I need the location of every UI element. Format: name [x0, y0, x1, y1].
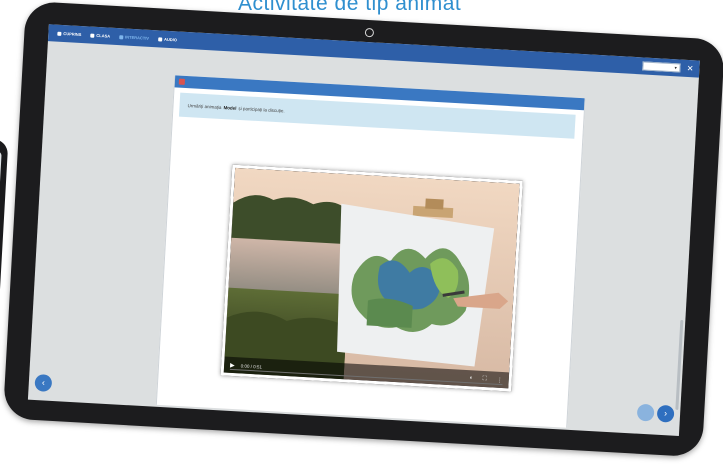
- camera-icon: [365, 28, 374, 37]
- more-options-icon[interactable]: ⋮: [497, 376, 503, 383]
- play-icon[interactable]: ▶: [230, 361, 235, 368]
- close-icon[interactable]: ✕: [686, 64, 693, 72]
- prev-page-button[interactable]: ‹: [34, 374, 52, 392]
- instruction-text-bold: Model: [223, 105, 236, 111]
- page-navigation: ›: [637, 404, 675, 423]
- fullscreen-icon[interactable]: ⛶: [482, 375, 487, 382]
- video-frame-painting: [224, 168, 520, 389]
- tablet-device: CUPRINS CLASA INTERACTIV AUDIO: [3, 1, 723, 457]
- page-menu-button[interactable]: [637, 404, 655, 422]
- content-panel: Urmăriți animația Model și participați l…: [156, 75, 586, 427]
- menu-item-label: AUDIO: [164, 37, 177, 43]
- menu-item-label: INTERACTIV: [125, 34, 149, 40]
- menu-item-interactiv[interactable]: INTERACTIV: [119, 34, 149, 41]
- menu-item-label: CUPRINS: [63, 31, 81, 37]
- tablet-screen: CUPRINS CLASA INTERACTIV AUDIO: [28, 24, 700, 436]
- zoom-select[interactable]: ▼: [643, 61, 681, 72]
- tilted-scene: CUPRINS CLASA INTERACTIV AUDIO: [0, 0, 723, 476]
- next-page-button[interactable]: ›: [657, 405, 675, 423]
- menu-item-clasa[interactable]: CLASA: [90, 33, 110, 39]
- chevron-left-icon: ‹: [42, 378, 45, 387]
- menu-audio-icon: [158, 37, 162, 41]
- top-right-controls: ▼ ✕: [643, 61, 694, 73]
- menu-item-label: CLASA: [96, 33, 110, 39]
- chevron-right-icon: ›: [664, 409, 667, 418]
- scrollbar[interactable]: [675, 320, 683, 410]
- menu-list-icon: [57, 31, 61, 35]
- menu-interactive-icon: [119, 35, 123, 39]
- menu-class-icon: [90, 33, 94, 37]
- activity-type-icon: [179, 79, 185, 85]
- volume-icon[interactable]: ◖: [469, 375, 473, 381]
- video-time: 0:00 / 0:51: [241, 363, 263, 369]
- video-player[interactable]: ▶ 0:00 / 0:51 ◖ ⛶ ⋮: [221, 165, 523, 392]
- menu-item-audio[interactable]: AUDIO: [158, 36, 177, 42]
- instruction-text-post: și participați la discuție.: [238, 105, 284, 113]
- menu-item-cuprins[interactable]: CUPRINS: [57, 31, 81, 37]
- chevron-down-icon: ▼: [674, 65, 678, 70]
- instruction-text-pre: Urmăriți animația: [187, 103, 221, 110]
